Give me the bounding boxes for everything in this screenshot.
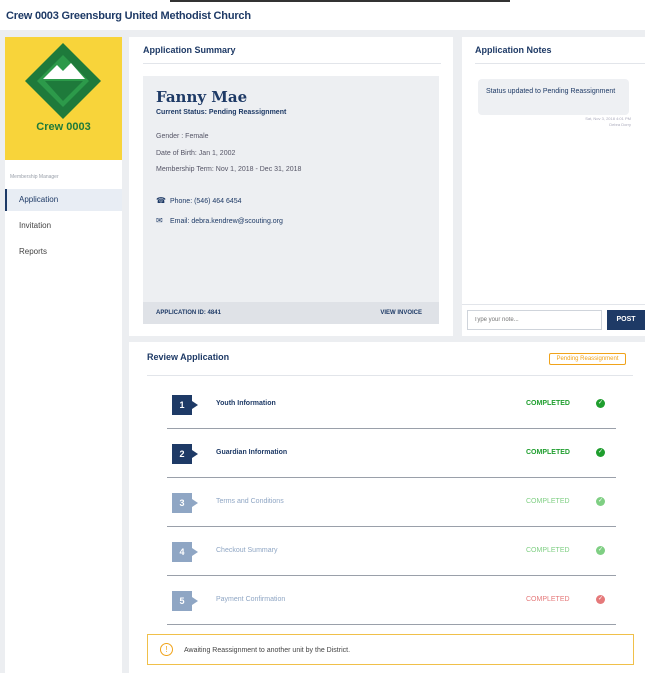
note-meta: Sat, Nov 3, 2018 4:01 PM Debra Dorry	[585, 116, 631, 128]
application-id: APPLICATION ID: 4841	[156, 310, 221, 316]
card-divider	[147, 375, 633, 376]
card-divider	[475, 63, 645, 64]
phone-text: Phone: (546) 464 6454	[169, 198, 242, 205]
step-number: 1	[172, 395, 198, 415]
mail-icon: ✉	[156, 216, 163, 225]
check-circle-icon: ✓	[596, 448, 605, 457]
post-button[interactable]: POST	[607, 310, 645, 330]
unit-logo: Crew 0003	[5, 37, 122, 160]
sidebar-item-invitation[interactable]: Invitation	[5, 215, 122, 237]
error-circle-icon: ✓	[596, 595, 605, 604]
note-author: Debra Dorry	[609, 122, 631, 127]
step-guardian-information[interactable]: 2 Guardian Information COMPLETED ✓	[167, 429, 616, 478]
note-input[interactable]	[467, 310, 602, 330]
applicant-name: Fanny Mae	[156, 88, 248, 106]
phone-icon: ☎	[156, 196, 166, 205]
card-divider	[143, 63, 441, 64]
check-circle-icon: ✓	[596, 546, 605, 555]
application-footer: APPLICATION ID: 4841 VIEW INVOICE	[143, 302, 439, 324]
step-label: Guardian Information	[216, 449, 288, 456]
email-row: ✉ Email: debra.kendrew@scouting.org	[156, 216, 283, 225]
step-divider	[167, 624, 616, 625]
applicant-gender: Gender : Female	[156, 133, 209, 140]
review-application-title: Review Application	[147, 352, 230, 362]
top-divider	[170, 0, 510, 2]
page-title: Crew 0003 Greensburg United Methodist Ch…	[6, 10, 251, 22]
top-bar: Crew 0003 Greensburg United Methodist Ch…	[0, 0, 645, 30]
step-status: COMPLETED	[526, 400, 570, 407]
step-terms-and-conditions[interactable]: 3 Terms and Conditions COMPLETED ✓	[167, 478, 616, 527]
view-invoice-link[interactable]: VIEW INVOICE	[380, 310, 422, 316]
step-status: COMPLETED	[526, 498, 570, 505]
step-label: Checkout Summary	[216, 547, 278, 554]
note-message: Status updated to Pending Reassignment	[478, 79, 629, 115]
warning-circle-icon: !	[160, 643, 173, 656]
applicant-panel: Fanny Mae Current Status: Pending Reassi…	[143, 76, 439, 324]
step-status: COMPLETED	[526, 449, 570, 456]
check-circle-icon: ✓	[596, 497, 605, 506]
step-status: COMPLETED	[526, 547, 570, 554]
application-notes-title: Application Notes	[475, 45, 552, 55]
step-label: Youth Information	[216, 400, 276, 407]
alert-message: Awaiting Reassignment to another unit by…	[184, 647, 351, 654]
unit-name: Crew 0003	[36, 121, 91, 133]
step-status: COMPLETED	[526, 596, 570, 603]
status-badge: Pending Reassignment	[549, 353, 626, 365]
applicant-dob: Date of Birth: Jan 1, 2002	[156, 150, 236, 157]
step-number: 5	[172, 591, 198, 611]
sidebar-item-application[interactable]: Application	[5, 189, 122, 211]
check-circle-icon: ✓	[596, 399, 605, 408]
step-checkout-summary[interactable]: 4 Checkout Summary COMPLETED ✓	[167, 527, 616, 576]
phone-row: ☎ Phone: (546) 464 6454	[156, 196, 242, 205]
sidebar-item-reports[interactable]: Reports	[5, 241, 122, 263]
notes-input-divider	[462, 304, 645, 305]
step-payment-confirmation[interactable]: 5 Payment Confirmation COMPLETED ✓	[167, 576, 616, 625]
sidebar: Crew 0003 Membership Manager Application…	[5, 37, 122, 673]
reassignment-alert: ! Awaiting Reassignment to another unit …	[147, 634, 634, 665]
step-number: 3	[172, 493, 198, 513]
venturing-emblem-icon	[25, 43, 101, 119]
membership-term: Membership Term: Nov 1, 2018 - Dec 31, 2…	[156, 166, 302, 173]
step-number: 2	[172, 444, 198, 464]
application-summary-title: Application Summary	[143, 45, 236, 55]
step-label: Terms and Conditions	[216, 498, 284, 505]
sidebar-section-label: Membership Manager	[10, 174, 59, 180]
application-status: Current Status: Pending Reassignment	[156, 109, 287, 116]
step-number: 4	[172, 542, 198, 562]
step-youth-information[interactable]: 1 Youth Information COMPLETED ✓	[167, 380, 616, 429]
email-text: Email: debra.kendrew@scouting.org	[169, 218, 283, 225]
step-label: Payment Confirmation	[216, 596, 286, 603]
